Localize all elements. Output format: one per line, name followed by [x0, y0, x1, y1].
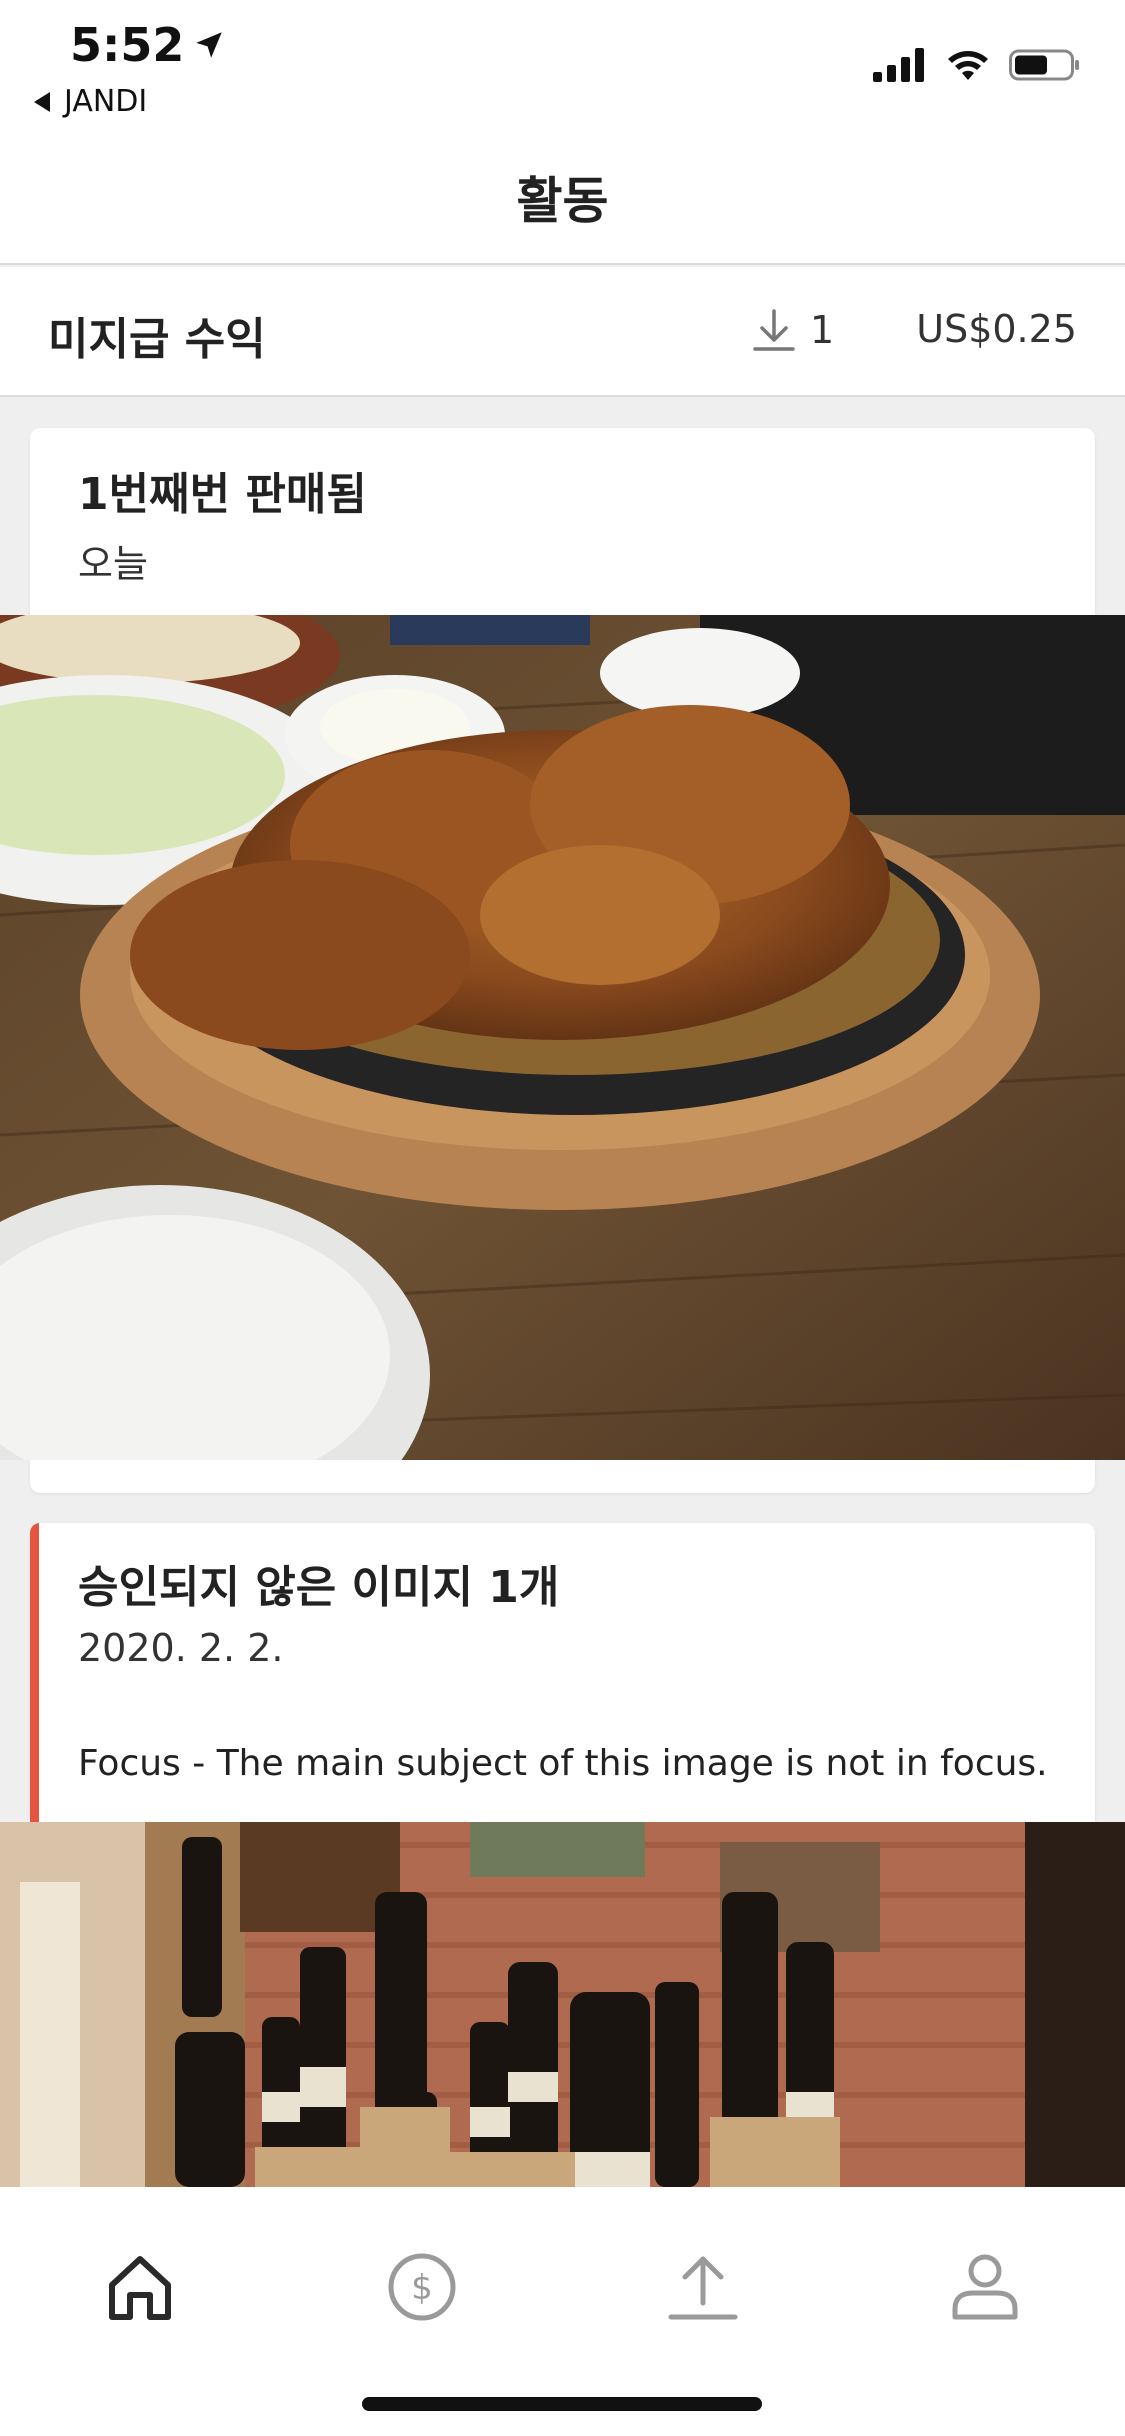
unpaid-earnings-label: 미지급 수익	[48, 314, 266, 365]
battery-icon	[1009, 49, 1079, 81]
tab-profile[interactable]	[925, 2227, 1045, 2347]
page-header: 활동	[0, 130, 1125, 265]
download-count: 1	[752, 307, 834, 353]
status-time: 5:52	[70, 18, 226, 72]
sale-card-title: 1번째번 판매됨	[78, 469, 367, 520]
tab-upload[interactable]	[643, 2227, 763, 2347]
profile-icon	[952, 2254, 1018, 2320]
home-indicator[interactable]	[362, 2397, 762, 2411]
upload-icon	[668, 2256, 738, 2320]
download-count-value: 1	[810, 308, 835, 352]
svg-text:$: $	[411, 2268, 433, 2308]
rejected-photo-wine[interactable]	[0, 1822, 1125, 2187]
wine-photo-image	[0, 1822, 1125, 2187]
home-icon	[109, 2256, 171, 2320]
sale-card-date: 오늘	[78, 542, 148, 586]
unpaid-earnings-row[interactable]: 미지급 수익 1 US$0.25	[0, 267, 1125, 397]
signal-icon	[873, 48, 924, 82]
download-icon	[753, 309, 795, 351]
wifi-icon	[948, 51, 988, 80]
rejection-reason: Focus - The main subject of this image i…	[78, 1743, 1048, 1784]
dollar-icon: $	[388, 2253, 456, 2321]
time-text: 5:52	[70, 18, 185, 72]
back-triangle-icon	[34, 91, 50, 112]
tab-earnings[interactable]: $	[362, 2227, 482, 2347]
back-app-label: JANDI	[64, 84, 148, 119]
status-bar: 5:52 JANDI	[0, 0, 1125, 130]
page-title: 활동	[516, 171, 609, 230]
earnings-amount: US$0.25	[916, 307, 1077, 351]
sold-photo-chicken[interactable]	[0, 615, 1125, 1460]
back-to-app[interactable]: JANDI	[32, 84, 147, 119]
status-icons	[873, 48, 1081, 82]
chicken-photo-image	[0, 615, 1125, 1460]
rejected-card-title: 승인되지 않은 이미지 1개	[78, 1562, 560, 1613]
rejected-card-date: 2020. 2. 2.	[78, 1626, 284, 1670]
location-arrow-icon	[196, 32, 223, 58]
tab-home[interactable]	[80, 2227, 200, 2347]
